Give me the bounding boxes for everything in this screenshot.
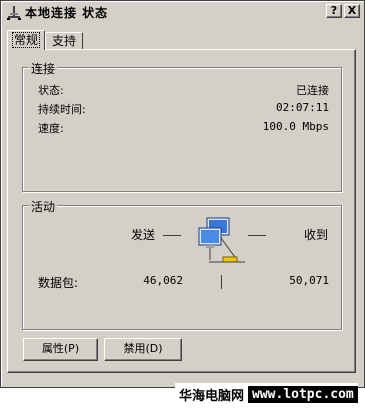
speed-value: 100.0 Mbps bbox=[262, 120, 329, 133]
packets-received-value: 50,071 bbox=[289, 274, 329, 287]
speed-label: 速度: bbox=[38, 122, 64, 135]
watermark: 华海电脑网 www.lotpc.com bbox=[175, 383, 358, 405]
connection-group: 连接 状态: 已连接 持续时间: 02:07:11 速度: 100.0 Mbps bbox=[22, 60, 342, 192]
properties-button[interactable]: 属性(P) bbox=[23, 338, 98, 361]
connection-group-label: 连接 bbox=[29, 60, 58, 77]
title-bar: 本地连接 状态 ? X bbox=[3, 3, 362, 22]
close-button[interactable]: X bbox=[344, 4, 360, 18]
network-connection-icon bbox=[6, 5, 22, 21]
tab-general[interactable]: 常规 bbox=[7, 30, 46, 50]
activity-group: 活动 发送 收到 数据包: 46,062 50,071 bbox=[22, 198, 342, 330]
tab-support-label: 支持 bbox=[52, 34, 77, 48]
window-title: 本地连接 状态 bbox=[25, 6, 109, 20]
watermark-cn: 华海电脑网 bbox=[179, 388, 245, 404]
help-button[interactable]: ? bbox=[326, 4, 342, 18]
status-label: 状态: bbox=[38, 84, 64, 97]
received-label: 收到 bbox=[304, 228, 329, 242]
sent-label: 发送 bbox=[131, 228, 156, 242]
activity-divider bbox=[221, 275, 222, 289]
activity-group-label: 活动 bbox=[29, 198, 58, 215]
packets-sent-value: 46,062 bbox=[143, 274, 183, 287]
status-value: 已连接 bbox=[296, 84, 329, 97]
tab-support[interactable]: 支持 bbox=[45, 32, 84, 50]
received-line bbox=[248, 235, 266, 236]
packets-label: 数据包: bbox=[38, 276, 79, 290]
duration-value: 02:07:11 bbox=[276, 101, 329, 114]
sent-line bbox=[163, 235, 181, 236]
network-computers-icon bbox=[193, 216, 249, 268]
duration-label: 持续时间: bbox=[38, 103, 86, 116]
disable-button[interactable]: 禁用(D) bbox=[104, 338, 182, 361]
watermark-url: www.lotpc.com bbox=[248, 385, 358, 403]
tab-general-label: 常规 bbox=[12, 32, 41, 48]
tab-strip: 常规 支持 bbox=[7, 30, 84, 50]
status-dialog: 本地连接 状态 ? X 常规 支持 连接 状态: 已连接 持续时间: 02:07… bbox=[0, 0, 365, 388]
tab-panel-general: 连接 状态: 已连接 持续时间: 02:07:11 速度: 100.0 Mbps… bbox=[7, 49, 356, 373]
